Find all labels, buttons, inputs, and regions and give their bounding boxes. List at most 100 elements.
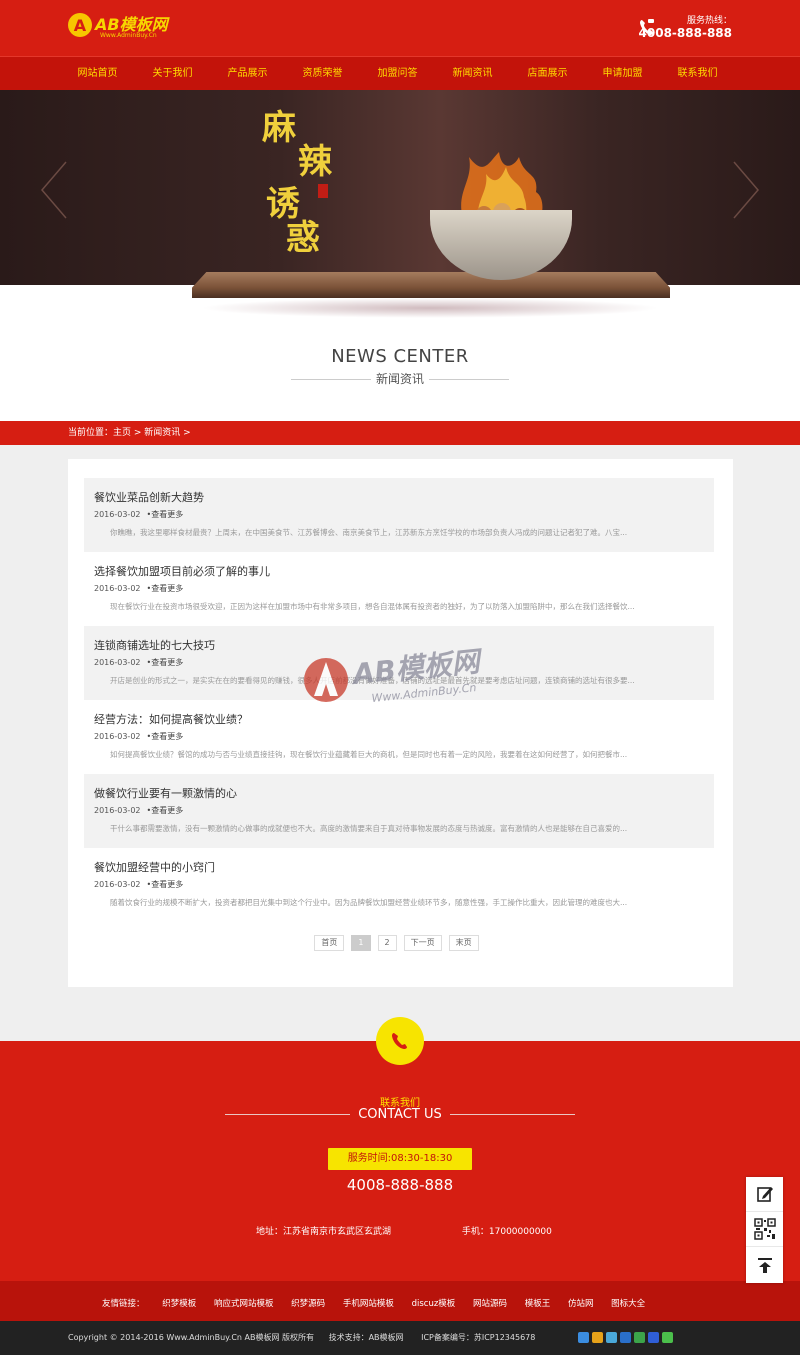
nav-item-honors[interactable]: 资质荣誉 bbox=[285, 57, 360, 90]
board-shadow bbox=[200, 298, 660, 318]
news-item[interactable]: 餐饮业菜品创新大趋势 2016-03-02 •查看更多 你瞧瞧，我这里哪样食材最贵… bbox=[84, 478, 714, 552]
news-panel: 餐饮业菜品创新大趋势 2016-03-02 •查看更多 你瞧瞧，我这里哪样食材最贵… bbox=[68, 459, 733, 987]
slogan-char: 麻 bbox=[262, 108, 296, 148]
friend-link[interactable]: 织梦源码 bbox=[291, 1299, 325, 1309]
logo-text: AB模板网 bbox=[95, 15, 168, 34]
edit-icon bbox=[756, 1187, 773, 1202]
pagination: 首页 1 2 下一页 末页 bbox=[68, 935, 733, 951]
watermark-logo: AB模板网 Www.AdminBuy.Cn bbox=[304, 644, 485, 705]
nav-item-contact[interactable]: 联系我们 bbox=[660, 57, 735, 90]
contact-address: 地址：江苏省南京市玄武区玄武湖 bbox=[256, 1227, 392, 1237]
page-2-button[interactable]: 2 bbox=[377, 935, 397, 951]
read-more-link[interactable]: •查看更多 bbox=[147, 880, 184, 889]
footer: Copyright © 2014-2016 Www.AdminBuy.Cn AB… bbox=[0, 1321, 800, 1355]
hotline: 服务热线： 4008-888-888 bbox=[639, 16, 732, 40]
read-more-link[interactable]: •查看更多 bbox=[147, 510, 184, 519]
news-meta: 2016-03-02 •查看更多 bbox=[94, 879, 704, 891]
nav-item-home[interactable]: 网站首页 bbox=[60, 57, 135, 90]
next-page-button[interactable]: 下一页 bbox=[403, 935, 442, 951]
news-item[interactable]: 做餐饮行业要有一颗激情的心 2016-03-02 •查看更多 干什么事都需要激情，… bbox=[84, 774, 714, 848]
divider bbox=[290, 378, 371, 380]
header: A AB模板网 Www.AdminBuy.Cn 服务热线： 4008-888-8… bbox=[0, 0, 800, 56]
news-title[interactable]: 选择餐饮加盟项目前必须了解的事儿 bbox=[94, 565, 704, 579]
news-excerpt: 干什么事都需要激情，没有一颗激情的心做事的成就便也不大。高度的激情要来自于真对待… bbox=[110, 824, 628, 833]
contact-phone-icon bbox=[376, 1017, 424, 1065]
hotline-label: 服务热线： bbox=[686, 16, 732, 26]
news-title[interactable]: 经营方法：如何提高餐饮业绩？ bbox=[94, 713, 704, 727]
divider bbox=[429, 378, 509, 380]
contact-mobile: 手机：17000000000 bbox=[461, 1227, 552, 1237]
hotline-number: 4008-888-888 bbox=[638, 26, 732, 40]
nav-item-news[interactable]: 新闻资讯 bbox=[435, 57, 510, 90]
news-date: 2016-03-02 bbox=[94, 806, 141, 815]
read-more-link[interactable]: •查看更多 bbox=[147, 732, 184, 741]
read-more-link[interactable]: •查看更多 bbox=[147, 806, 184, 815]
friend-link[interactable]: 响应式网站模板 bbox=[214, 1299, 274, 1309]
qrcode-icon bbox=[753, 1218, 776, 1240]
friend-link[interactable]: 织梦模板 bbox=[162, 1299, 196, 1309]
page-1-button[interactable]: 1 bbox=[351, 935, 371, 951]
news-title[interactable]: 餐饮业菜品创新大趋势 bbox=[94, 491, 704, 505]
qzone-icon[interactable] bbox=[578, 1332, 589, 1343]
news-excerpt: 你瞧瞧，我这里哪样食材最贵？上周末，在中国美食节、江苏餐博会、南京美食节上，江苏… bbox=[110, 528, 628, 537]
friend-link[interactable]: 网站源码 bbox=[473, 1299, 507, 1309]
last-page-button[interactable]: 末页 bbox=[448, 935, 479, 951]
section-title-cn-row: 新闻资讯 bbox=[0, 371, 800, 387]
friend-link[interactable]: discuz模板 bbox=[412, 1299, 456, 1309]
baidu-icon[interactable] bbox=[648, 1332, 659, 1343]
section-title-cn: 新闻资讯 bbox=[375, 372, 424, 386]
prev-slide-arrow-icon[interactable] bbox=[40, 160, 68, 220]
news-date: 2016-03-02 bbox=[94, 880, 141, 889]
qrcode-button[interactable] bbox=[746, 1212, 783, 1247]
news-item[interactable]: 选择餐饮加盟项目前必须了解的事儿 2016-03-02 •查看更多 现在餐饮行业在… bbox=[84, 552, 714, 626]
read-more-link[interactable]: •查看更多 bbox=[147, 584, 184, 593]
breadcrumb[interactable]: 当前位置：主页 > 新闻资讯 > bbox=[0, 421, 800, 445]
site-logo[interactable]: A AB模板网 Www.AdminBuy.Cn bbox=[68, 13, 168, 39]
news-title[interactable]: 做餐饮行业要有一颗激情的心 bbox=[94, 787, 704, 801]
nav-item-products[interactable]: 产品展示 bbox=[210, 57, 285, 90]
seal-stamp bbox=[318, 184, 328, 198]
friend-links-bar: 友情链接： 织梦模板 响应式网站模板 织梦源码 手机网站模板 discuz模板 … bbox=[0, 1281, 800, 1321]
news-meta: 2016-03-02 •查看更多 bbox=[94, 731, 704, 743]
contact-section: 联系我们 CONTACT US 服务时间:08:30-18:30 4008-88… bbox=[0, 1017, 800, 1281]
wechat-icon[interactable] bbox=[662, 1332, 673, 1343]
read-more-link[interactable]: •查看更多 bbox=[147, 658, 184, 667]
icp-text: ICP备案编号：苏ICP12345678 bbox=[421, 1333, 536, 1342]
renren-icon[interactable] bbox=[620, 1332, 631, 1343]
news-title[interactable]: 餐饮加盟经营中的小窍门 bbox=[94, 861, 704, 875]
news-item[interactable]: 餐饮加盟经营中的小窍门 2016-03-02 •查看更多 随着饮食行业的规模不断扩… bbox=[84, 848, 714, 922]
friend-link[interactable]: 手机网站模板 bbox=[343, 1299, 394, 1309]
weibo-icon[interactable] bbox=[592, 1332, 603, 1343]
service-hours-badge: 服务时间:08:30-18:30 bbox=[328, 1148, 472, 1170]
friend-link[interactable]: 仿站网 bbox=[568, 1299, 594, 1309]
news-date: 2016-03-02 bbox=[94, 510, 141, 519]
logo-subtext: Www.AdminBuy.Cn bbox=[100, 32, 157, 39]
feedback-button[interactable] bbox=[746, 1177, 783, 1212]
friend-link[interactable]: 模板王 bbox=[525, 1299, 551, 1309]
next-slide-arrow-icon[interactable] bbox=[732, 160, 760, 220]
divider bbox=[449, 1114, 575, 1115]
news-meta: 2016-03-02 •查看更多 bbox=[94, 509, 704, 521]
banner-slider: 麻 辣 诱 惑 bbox=[0, 90, 800, 318]
contact-phone-number: 4008-888-888 bbox=[346, 1176, 454, 1194]
nav-item-apply[interactable]: 申请加盟 bbox=[585, 57, 660, 90]
contact-address-row: 地址：江苏省南京市玄武区玄武湖 手机：17000000000 bbox=[256, 1224, 552, 1237]
douban-icon[interactable] bbox=[634, 1332, 645, 1343]
divider bbox=[225, 1114, 351, 1115]
news-date: 2016-03-02 bbox=[94, 658, 141, 667]
news-date: 2016-03-02 bbox=[94, 732, 141, 741]
nav-item-faq[interactable]: 加盟问答 bbox=[360, 57, 435, 90]
nav-item-stores[interactable]: 店面展示 bbox=[510, 57, 585, 90]
friend-link[interactable]: 图标大全 bbox=[611, 1299, 645, 1309]
nav-item-about[interactable]: 关于我们 bbox=[135, 57, 210, 90]
news-date: 2016-03-02 bbox=[94, 584, 141, 593]
slogan-char: 惑 bbox=[286, 218, 320, 258]
side-toolbar bbox=[746, 1177, 783, 1283]
wooden-board-image bbox=[192, 272, 670, 298]
main-nav: 网站首页 关于我们 产品展示 资质荣誉 加盟问答 新闻资讯 店面展示 申请加盟 … bbox=[0, 56, 800, 90]
tencent-weibo-icon[interactable] bbox=[606, 1332, 617, 1343]
friend-links-label: 友情链接： bbox=[102, 1299, 145, 1309]
section-title-en: NEWS CENTER bbox=[331, 346, 469, 367]
first-page-button[interactable]: 首页 bbox=[314, 935, 345, 951]
back-to-top-button[interactable] bbox=[746, 1247, 783, 1282]
